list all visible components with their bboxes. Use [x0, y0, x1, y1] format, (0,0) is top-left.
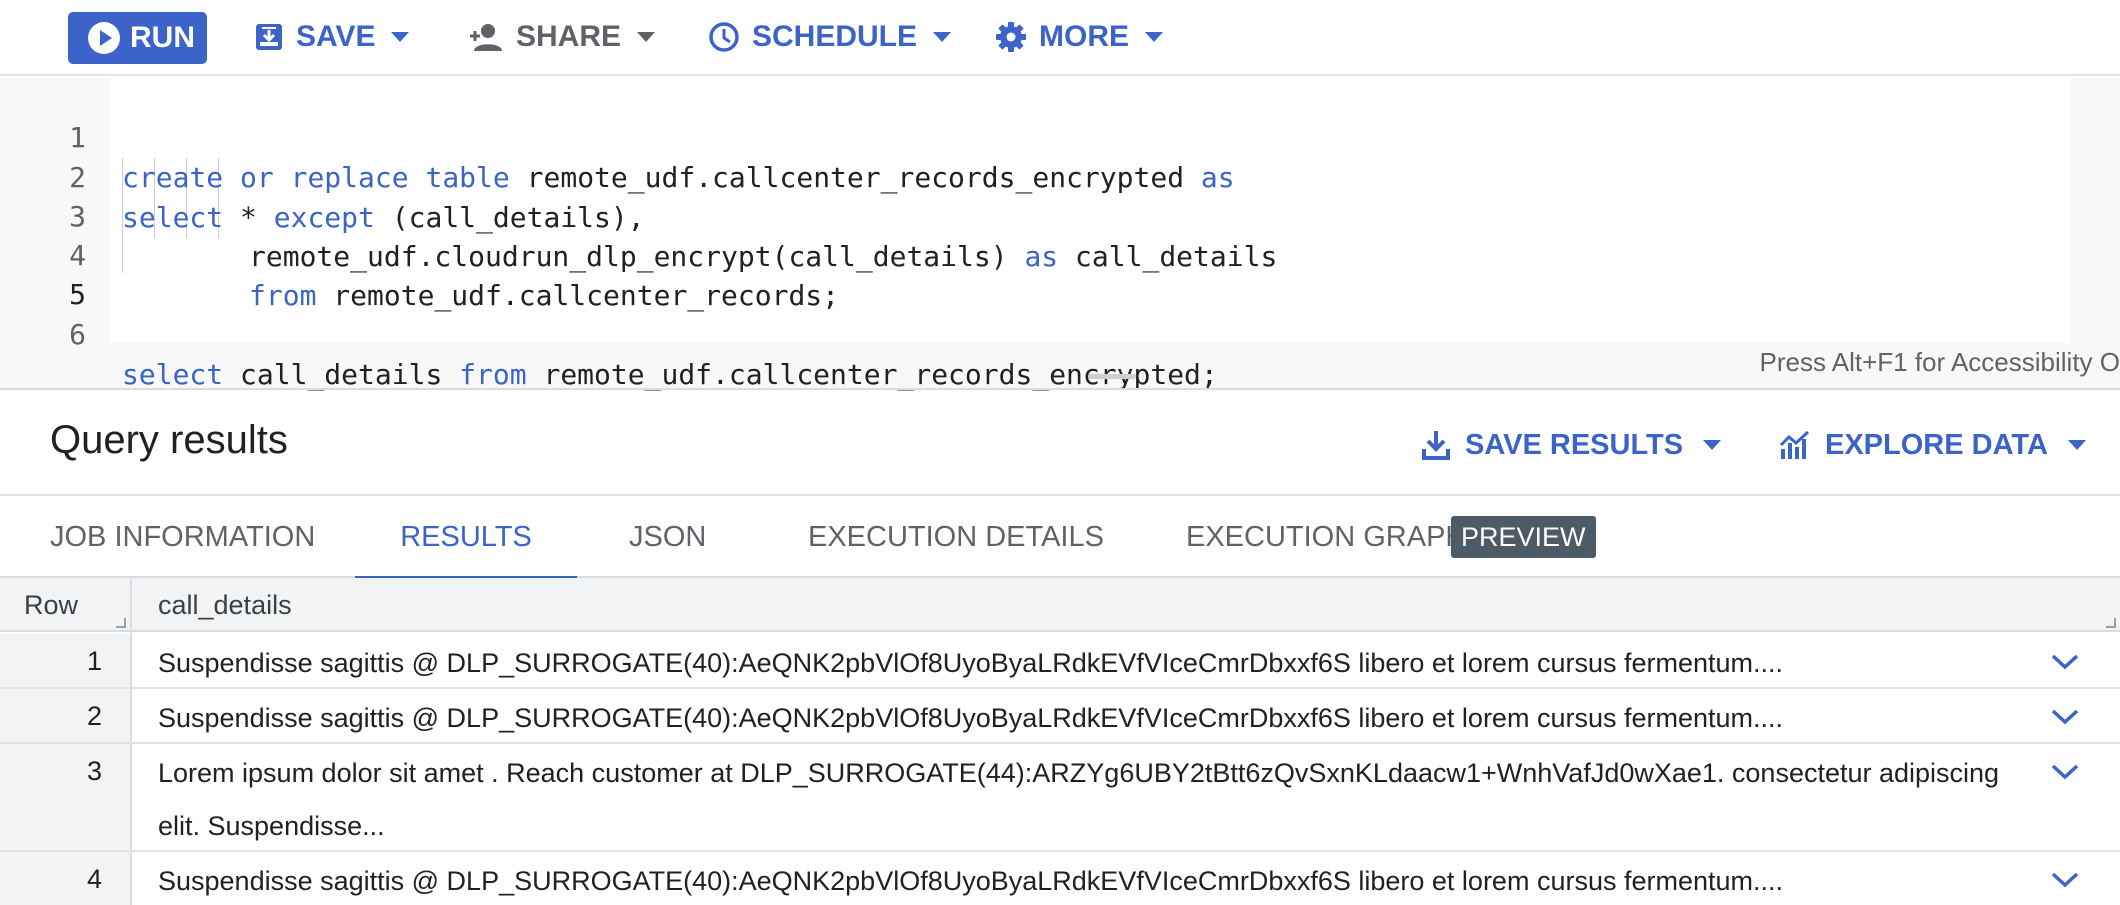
- chevron-down-icon: [391, 32, 410, 42]
- tab-job-information[interactable]: JOB INFORMATION: [50, 496, 315, 578]
- tab-execution-graph[interactable]: EXECUTION GRAPH: [1186, 496, 1466, 578]
- save-results-label: SAVE RESULTS: [1465, 428, 1684, 461]
- call-details-cell: Suspendisse sagittis @ DLP_SURROGATE(40)…: [158, 648, 1784, 678]
- more-label: MORE: [1039, 20, 1129, 53]
- schedule-button[interactable]: SCHEDULE: [708, 14, 952, 60]
- table-header: Row call_details: [0, 578, 2120, 632]
- table-row: 3 Lorem ipsum dolor sit amet . Reach cus…: [0, 744, 2120, 852]
- call-details-cell: Suspendisse sagittis @ DLP_SURROGATE(40)…: [158, 703, 1784, 733]
- row-number: 3: [86, 756, 102, 786]
- clock-icon: [708, 21, 740, 53]
- code-line: 5: [0, 235, 2120, 311]
- save-results-button[interactable]: SAVE RESULTS: [1421, 422, 1722, 468]
- editor-divider: [0, 388, 2120, 390]
- schedule-label: SCHEDULE: [752, 20, 918, 53]
- person-add-icon: [468, 22, 504, 52]
- save-button[interactable]: SAVE: [254, 14, 410, 60]
- column-header-row: Row: [24, 590, 79, 620]
- column-resize-handle[interactable]: [116, 618, 126, 628]
- accessibility-hint: Press Alt+F1 for Accessibility O: [1759, 347, 2120, 377]
- tab-results[interactable]: RESULTS: [355, 496, 577, 580]
- code-line: 3 remote_udf.cloudrun_dlp_encrypt(call_d…: [0, 157, 2120, 273]
- save-icon: [254, 22, 284, 52]
- resize-handle[interactable]: [1088, 374, 1136, 379]
- tab-json[interactable]: JSON: [629, 496, 706, 578]
- row-number: 1: [86, 646, 102, 676]
- share-button[interactable]: SHARE: [468, 14, 656, 60]
- table-row: 2 Suspendisse sagittis @ DLP_SURROGATE(4…: [0, 689, 2120, 744]
- row-number: 4: [86, 864, 102, 894]
- call-details-cell: Suspendisse sagittis @ DLP_SURROGATE(40)…: [158, 866, 1784, 896]
- explore-data-label: EXPLORE DATA: [1825, 428, 2048, 461]
- tab-execution-details[interactable]: EXECUTION DETAILS: [808, 496, 1104, 578]
- table-row: 1 Suspendisse sagittis @ DLP_SURROGATE(4…: [0, 634, 2120, 689]
- chevron-down-icon[interactable]: [2050, 707, 2080, 727]
- chevron-down-icon: [1145, 32, 1163, 42]
- chevron-down-icon: [637, 32, 656, 42]
- chevron-down-icon: [1703, 440, 1722, 450]
- chevron-down-icon[interactable]: [2050, 870, 2080, 890]
- run-label: RUN: [130, 21, 195, 54]
- call-details-cell: Lorem ipsum dolor sit amet . Reach custo…: [158, 758, 2000, 841]
- column-header-call-details[interactable]: call_details: [158, 578, 292, 632]
- row-number-cell: 1: [0, 634, 130, 687]
- save-label: SAVE: [296, 20, 376, 53]
- chevron-down-icon: [2067, 440, 2086, 450]
- code-line: 4 from remote_udf.callcenter_records;: [0, 196, 2120, 312]
- sql-editor[interactable]: 1 create or replace table remote_udf.cal…: [0, 78, 2120, 391]
- table-row: 4 Suspendisse sagittis @ DLP_SURROGATE(4…: [0, 852, 2120, 905]
- query-toolbar: RUN SAVE SHARE SCHEDULE MORE: [0, 0, 2120, 76]
- code-line: 2 select * except (call_details),: [0, 118, 2120, 234]
- chevron-down-icon[interactable]: [2050, 762, 2080, 782]
- download-icon: [1421, 429, 1451, 461]
- row-number-cell: 4: [0, 852, 130, 905]
- explore-data-button[interactable]: EXPLORE DATA: [1779, 422, 2086, 468]
- preview-badge: PREVIEW: [1451, 516, 1596, 558]
- row-number-cell: 2: [0, 689, 130, 742]
- column-resize-handle[interactable]: [2106, 618, 2116, 628]
- code-line: 1 create or replace table remote_udf.cal…: [0, 78, 2120, 194]
- row-number: 2: [86, 701, 102, 731]
- more-button[interactable]: MORE: [995, 14, 1163, 60]
- chevron-down-icon: [933, 32, 952, 42]
- share-label: SHARE: [516, 20, 622, 53]
- chevron-down-icon[interactable]: [2050, 652, 2080, 672]
- row-number-cell: 3: [0, 744, 130, 850]
- play-icon: [88, 22, 120, 54]
- code-line: 6 select call_details from remote_udf.ca…: [0, 275, 2120, 391]
- line-number: 6: [69, 318, 86, 351]
- results-tabs: JOB INFORMATION RESULTS JSON EXECUTION D…: [0, 494, 2120, 580]
- run-button[interactable]: RUN: [68, 12, 207, 64]
- gear-icon: [995, 21, 1027, 53]
- chart-icon: [1779, 429, 1811, 461]
- query-results-title: Query results: [50, 418, 288, 462]
